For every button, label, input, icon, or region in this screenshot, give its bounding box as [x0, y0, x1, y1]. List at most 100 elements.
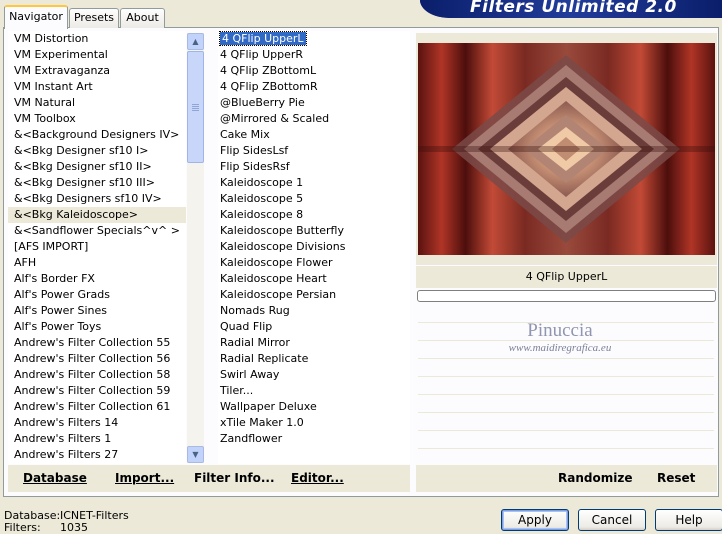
category-item[interactable]: Alf's Power Grads: [8, 287, 186, 303]
filter-item[interactable]: Kaleidoscope 1: [218, 175, 410, 191]
category-item[interactable]: Alf's Border FX: [8, 271, 186, 287]
category-item[interactable]: AFH: [8, 255, 186, 271]
filter-info-link[interactable]: Filter Info...: [194, 471, 275, 485]
app-banner: Filters Unlimited 2.0: [420, 0, 722, 18]
category-item[interactable]: Andrew's Filter Collection 58: [8, 367, 186, 383]
category-item-label: VM Natural: [14, 96, 76, 109]
category-item-label: Alf's Power Sines: [14, 304, 107, 317]
filter-item[interactable]: 4 QFlip ZBottomL: [218, 63, 410, 79]
category-item[interactable]: VM Natural: [8, 95, 186, 111]
category-item-label: Alf's Power Toys: [14, 320, 102, 333]
scroll-down-button[interactable]: ▼: [187, 446, 204, 463]
filter-item[interactable]: Quad Flip: [218, 319, 410, 335]
filter-item[interactable]: Kaleidoscope 5: [218, 191, 410, 207]
category-scrollbar[interactable]: ▲ ▼: [187, 33, 204, 463]
category-item-label: AFH: [14, 256, 37, 269]
randomize-link[interactable]: Randomize: [558, 471, 632, 485]
filter-item[interactable]: 4 QFlip UpperL: [218, 31, 410, 47]
category-item-label: Andrew's Filters 14: [14, 416, 119, 429]
filter-item-label: 4 QFlip UpperL: [219, 31, 307, 46]
tab-about[interactable]: About: [120, 8, 165, 28]
tab-presets[interactable]: Presets: [69, 8, 119, 28]
filter-item[interactable]: 4 QFlip UpperR: [218, 47, 410, 63]
filter-item[interactable]: Flip SidesLsf: [218, 143, 410, 159]
category-item[interactable]: &<Bkg Designer sf10 I>: [8, 143, 186, 159]
filter-item-label: 4 QFlip ZBottomL: [220, 64, 317, 77]
category-item-label: &<Bkg Designer sf10 II>: [14, 160, 152, 173]
apply-button[interactable]: Apply: [501, 509, 569, 531]
category-item-label: &<Bkg Kaleidoscope>: [14, 208, 139, 221]
filter-item[interactable]: 4 QFlip ZBottomR: [218, 79, 410, 95]
category-item[interactable]: Andrew's Filter Collection 59: [8, 383, 186, 399]
filter-item[interactable]: Kaleidoscope Heart: [218, 271, 410, 287]
filter-item[interactable]: @BlueBerry Pie: [218, 95, 410, 111]
category-item-label: Andrew's Filters 1: [14, 432, 112, 445]
category-item-label: &<Bkg Designers sf10 IV>: [14, 192, 162, 205]
category-item-label: &<Sandflower Specials^v^ >: [14, 224, 180, 237]
filter-item[interactable]: @Mirrored & Scaled: [218, 111, 410, 127]
filter-item[interactable]: Radial Mirror: [218, 335, 410, 351]
category-item-label: Andrew's Filter Collection 61: [14, 400, 171, 413]
category-item[interactable]: &<Bkg Designer sf10 II>: [8, 159, 186, 175]
import-link[interactable]: Import...: [115, 471, 174, 485]
filter-item[interactable]: Cake Mix: [218, 127, 410, 143]
category-item[interactable]: Andrew's Filters 1: [8, 431, 186, 447]
category-item[interactable]: Alf's Power Toys: [8, 319, 186, 335]
category-item-label: VM Experimental: [14, 48, 108, 61]
tab-navigator[interactable]: Navigator: [4, 5, 68, 29]
category-item[interactable]: &<Sandflower Specials^v^ >: [8, 223, 186, 239]
category-item[interactable]: VM Experimental: [8, 47, 186, 63]
help-button[interactable]: Help: [655, 509, 722, 531]
category-list[interactable]: VM Distortion VM Experimental VM Extravaga…: [8, 31, 186, 464]
scroll-up-button[interactable]: ▲: [187, 33, 204, 50]
filter-item[interactable]: Swirl Away: [218, 367, 410, 383]
filter-item-label: Quad Flip: [220, 320, 273, 333]
category-item[interactable]: Andrew's Filter Collection 56: [8, 351, 186, 367]
filter-item-label: Radial Replicate: [220, 352, 309, 365]
filter-item[interactable]: Radial Replicate: [218, 351, 410, 367]
cancel-button[interactable]: Cancel: [578, 509, 646, 531]
filter-item[interactable]: Zandflower: [218, 431, 410, 447]
category-item-label: VM Distortion: [14, 32, 89, 45]
category-item[interactable]: Andrew's Filter Collection 61: [8, 399, 186, 415]
category-item[interactable]: VM Distortion: [8, 31, 186, 47]
filter-item[interactable]: xTile Maker 1.0: [218, 415, 410, 431]
category-item[interactable]: &<Bkg Designers sf10 IV>: [8, 191, 186, 207]
filter-item[interactable]: Kaleidoscope Divisions: [218, 239, 410, 255]
filter-item-label: Flip SidesLsf: [220, 144, 289, 157]
filter-item-label: Tiler...: [220, 384, 254, 397]
category-item[interactable]: VM Toolbox: [8, 111, 186, 127]
filter-item[interactable]: Wallpaper Deluxe: [218, 399, 410, 415]
category-item[interactable]: VM Extravaganza: [8, 63, 186, 79]
category-item[interactable]: Andrew's Filters 27: [8, 447, 186, 463]
category-item[interactable]: &<Bkg Kaleidoscope>: [8, 207, 186, 223]
category-item[interactable]: VM Instant Art: [8, 79, 186, 95]
filter-item-label: Kaleidoscope 8: [220, 208, 304, 221]
filter-item[interactable]: Nomads Rug: [218, 303, 410, 319]
category-item[interactable]: Andrew's Filters 14: [8, 415, 186, 431]
filter-item[interactable]: Tiler...: [218, 383, 410, 399]
category-item[interactable]: Andrew's Filter Collection 55: [8, 335, 186, 351]
filter-item-label: Kaleidoscope Persian: [220, 288, 337, 301]
filters-count-label: Filters:: [4, 521, 41, 534]
scroll-thumb[interactable]: [187, 51, 204, 163]
category-item-label: Andrew's Filter Collection 56: [14, 352, 171, 365]
filter-item[interactable]: Kaleidoscope 8: [218, 207, 410, 223]
reset-link[interactable]: Reset: [657, 471, 695, 485]
database-link[interactable]: Database: [23, 471, 87, 485]
preview-filter-name: 4 QFlip UpperL: [416, 266, 717, 288]
filter-item[interactable]: Kaleidoscope Persian: [218, 287, 410, 303]
category-item[interactable]: [AFS IMPORT]: [8, 239, 186, 255]
chevron-up-icon: ▲: [192, 37, 199, 46]
category-item-label: Alf's Power Grads: [14, 288, 110, 301]
filter-item-label: Wallpaper Deluxe: [220, 400, 317, 413]
editor-link[interactable]: Editor...: [291, 471, 344, 485]
filter-item[interactable]: Kaleidoscope Butterfly: [218, 223, 410, 239]
category-item[interactable]: Alf's Power Sines: [8, 303, 186, 319]
filter-item[interactable]: Flip SidesRsf: [218, 159, 410, 175]
category-item[interactable]: &<Background Designers IV>: [8, 127, 186, 143]
category-item[interactable]: &<Bkg Designer sf10 III>: [8, 175, 186, 191]
grip-icon: [192, 103, 199, 111]
filter-item[interactable]: Kaleidoscope Flower: [218, 255, 410, 271]
filter-list[interactable]: 4 QFlip UpperL 4 QFlip UpperR 4 QFlip ZBot…: [218, 31, 410, 464]
